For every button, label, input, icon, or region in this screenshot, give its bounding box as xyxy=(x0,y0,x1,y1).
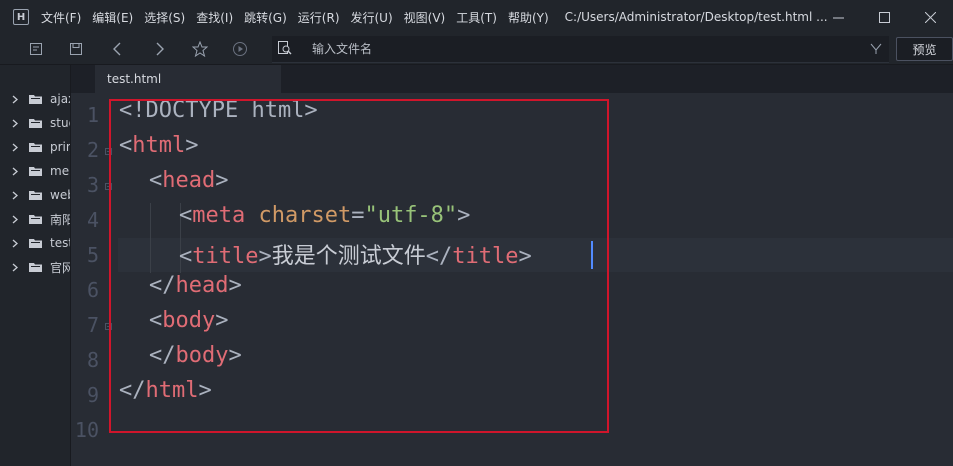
folder-icon xyxy=(29,94,42,104)
maximize-button[interactable] xyxy=(861,0,907,34)
app-logo-icon: H xyxy=(13,9,29,25)
sidebar-item-label: prin xyxy=(50,140,70,154)
minimize-button[interactable] xyxy=(815,0,861,34)
folder-icon xyxy=(29,142,42,152)
sidebar-item-label: web xyxy=(50,188,70,202)
close-button[interactable] xyxy=(907,0,953,34)
save-icon xyxy=(70,43,82,55)
forward-button[interactable] xyxy=(149,39,169,59)
folder-icon xyxy=(29,118,42,128)
menu-find[interactable]: 查找(I) xyxy=(196,9,233,26)
sidebar-item-official-site[interactable]: 官网 xyxy=(0,257,70,277)
menu-run[interactable]: 运行(R) xyxy=(298,9,340,26)
sidebar-item-me[interactable]: me xyxy=(0,161,70,181)
new-file-icon xyxy=(30,43,42,55)
back-button[interactable] xyxy=(108,39,128,59)
menu-edit[interactable]: 编辑(E) xyxy=(92,9,133,26)
search-icon xyxy=(278,41,292,55)
line-number: 10 xyxy=(74,418,99,442)
chevron-right-icon xyxy=(12,143,20,152)
chevron-right-icon xyxy=(12,263,20,272)
sidebar-item-test[interactable]: test xyxy=(0,233,70,253)
tab-test-html[interactable]: test.html xyxy=(95,65,281,93)
folder-icon xyxy=(29,238,42,248)
line-number: 2 xyxy=(86,138,99,162)
line-number: 1 xyxy=(86,103,99,127)
menu-tools[interactable]: 工具(T) xyxy=(456,9,497,26)
chevron-right-icon xyxy=(12,167,20,176)
sidebar-item-label: 官网 xyxy=(50,260,70,275)
close-icon xyxy=(924,11,936,23)
forward-icon xyxy=(156,42,164,56)
chevron-right-icon xyxy=(12,191,20,200)
window-file-path: C:/Users/Administrator/Desktop/test.html… xyxy=(564,10,828,24)
folder-icon xyxy=(29,262,42,272)
minimize-icon xyxy=(832,17,844,18)
folder-icon xyxy=(29,214,42,224)
maximize-icon xyxy=(878,11,890,23)
code-editor[interactable]: 1 2 3 4 5 6 7 8 9 10 <!DOCTYPE html> <ht… xyxy=(71,93,953,466)
menu-goto[interactable]: 跳转(G) xyxy=(244,9,287,26)
sidebar-item-prin[interactable]: prin xyxy=(0,137,70,157)
menu-file[interactable]: 文件(F) xyxy=(41,9,81,26)
title-bar: H 文件(F) 编辑(E) 选择(S) 查找(I) 跳转(G) 运行(R) 发行… xyxy=(0,0,953,34)
filename-input[interactable] xyxy=(312,39,832,59)
preview-button[interactable]: 预览 xyxy=(896,37,953,61)
highlight-box xyxy=(109,99,609,433)
filename-search xyxy=(272,36,889,63)
menu-help[interactable]: 帮助(Y) xyxy=(508,9,549,26)
sidebar-item-label: 南阳 xyxy=(50,212,70,227)
line-number: 7 xyxy=(86,313,99,337)
filter-icon xyxy=(870,43,882,54)
filter-button[interactable] xyxy=(866,39,886,59)
line-number: 4 xyxy=(86,208,99,232)
folder-icon xyxy=(29,166,42,176)
save-button[interactable] xyxy=(66,39,86,59)
toolbar: 预览 xyxy=(0,34,953,65)
sidebar-item-label: test xyxy=(50,236,70,250)
new-file-button[interactable] xyxy=(26,39,46,59)
tab-bar: test.html xyxy=(71,65,953,93)
run-button[interactable] xyxy=(230,39,250,59)
chevron-right-icon xyxy=(12,95,20,104)
line-number: 5 xyxy=(86,243,99,267)
line-number: 9 xyxy=(86,383,99,407)
run-icon xyxy=(233,42,247,56)
line-number: 8 xyxy=(86,348,99,372)
line-number: 3 xyxy=(86,173,99,197)
menu-view[interactable]: 视图(V) xyxy=(404,9,446,26)
sidebar-item-stud[interactable]: stud xyxy=(0,113,70,133)
sidebar-item-label: ajax xyxy=(50,92,70,106)
star-icon xyxy=(192,41,208,57)
menu-publish[interactable]: 发行(U) xyxy=(351,9,393,26)
window-controls xyxy=(815,0,953,34)
project-sidebar: ajax stud prin me web 南阳 test 官网 xyxy=(0,65,71,466)
back-icon xyxy=(113,42,121,56)
menu-select[interactable]: 选择(S) xyxy=(144,9,185,26)
sidebar-item-label: me xyxy=(50,164,70,178)
sidebar-item-web[interactable]: web xyxy=(0,185,70,205)
chevron-right-icon xyxy=(12,119,20,128)
sidebar-item-nanyang[interactable]: 南阳 xyxy=(0,209,70,229)
line-number: 6 xyxy=(86,278,99,302)
chevron-right-icon xyxy=(12,239,20,248)
sidebar-item-label: stud xyxy=(50,116,70,130)
sidebar-item-ajax[interactable]: ajax xyxy=(0,89,70,109)
favorite-button[interactable] xyxy=(190,39,210,59)
folder-icon xyxy=(29,190,42,200)
chevron-right-icon xyxy=(12,215,20,224)
